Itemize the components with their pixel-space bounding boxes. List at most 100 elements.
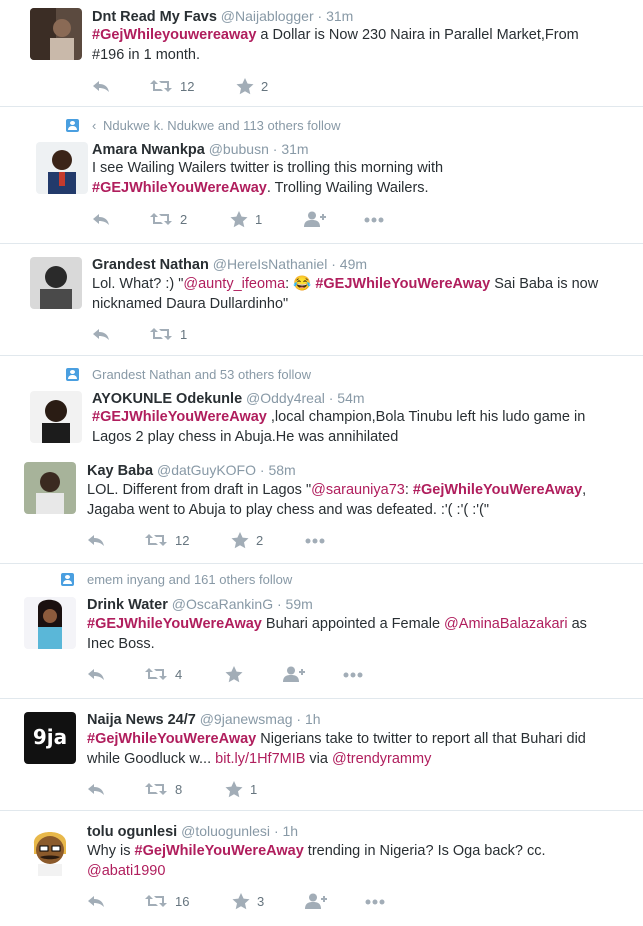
tweet-time[interactable]: · 1h (296, 711, 320, 727)
favorite-icon[interactable] (225, 666, 243, 684)
hashtag-link[interactable]: #GejWhileYouWereAway (135, 843, 304, 859)
more-icon[interactable] (305, 532, 325, 550)
retweet-icon[interactable] (150, 326, 172, 344)
tweet-time[interactable]: · 31m (318, 8, 354, 24)
favorite-icon[interactable] (232, 893, 250, 911)
tweet-text: LOL. Different from draft in Lagos "@sar… (87, 480, 632, 520)
chevron-left-icon: ‹ (92, 118, 97, 133)
author-name[interactable]: Grandest Nathan (92, 257, 209, 273)
tweet-item[interactable]: Grandest Nathan @HereIsNathaniel · 49m L… (0, 244, 643, 356)
tweet-text: I see Wailing Wailers twitter is trollin… (92, 158, 627, 198)
author-name[interactable]: Kay Baba (87, 463, 153, 479)
tweet-item[interactable]: Kay Baba @datGuyKOFO · 58m LOL. Differen… (0, 452, 643, 563)
author-handle[interactable]: @HereIsNathaniel (213, 256, 328, 272)
url-link[interactable]: bit.ly/1Hf7MIB (215, 751, 305, 767)
avatar[interactable]: 9ja (24, 712, 76, 764)
more-icon[interactable] (365, 893, 385, 911)
tweet-text: #GEJWhileYouWereAway ,local champion,Bol… (92, 407, 627, 447)
tweet-item[interactable]: emem inyang and 161 others follow Drink … (0, 564, 643, 698)
tweet-text-segment: as (567, 616, 587, 632)
tweet-time[interactable]: · 59m (277, 596, 313, 612)
tweet-time[interactable]: · 31m (273, 141, 309, 157)
hashtag-link[interactable]: #GEJWhileYouWereAway (315, 276, 490, 292)
reply-icon[interactable] (87, 781, 105, 799)
retweet-icon[interactable] (145, 666, 167, 684)
hashtag-link[interactable]: #GEJWhileYouWereAway (87, 616, 262, 632)
tweet-text-segment: : (404, 482, 413, 498)
author-name[interactable]: Dnt Read My Favs (92, 9, 217, 25)
retweet-icon[interactable] (145, 893, 167, 911)
author-handle[interactable]: @9janewsmag (200, 711, 293, 727)
more-icon[interactable] (343, 666, 363, 684)
tweet-actions: 12 2 (92, 78, 592, 96)
reply-icon[interactable] (87, 666, 105, 684)
author-handle[interactable]: @Naijablogger (221, 8, 314, 24)
mention-link[interactable]: @trendyrammy (332, 751, 431, 767)
retweet-icon[interactable] (145, 532, 167, 550)
tweet-text-segment: via (305, 751, 332, 767)
favorite-icon[interactable] (236, 78, 254, 96)
hashtag-link[interactable]: #GEJWhileYouWereAway (92, 409, 267, 425)
avatar[interactable] (36, 142, 88, 194)
tweet-item[interactable]: ‹ Ndukwe k. Ndukwe and 113 others follow… (0, 107, 643, 244)
mention-link[interactable]: @AminaBalazakari (444, 616, 568, 632)
tweet-item[interactable]: tolu ogunlesi @toluogunlesi · 1h Why is … (0, 811, 643, 926)
favorite-icon[interactable] (231, 532, 249, 550)
favorite-icon[interactable] (225, 781, 243, 799)
avatar[interactable] (24, 824, 76, 876)
more-icon[interactable] (364, 211, 384, 229)
tweet-item[interactable]: 9ja Naija News 24/7 @9janewsmag · 1h #Ge… (0, 699, 643, 811)
author-name[interactable]: Amara Nwankpa (92, 142, 205, 158)
avatar[interactable] (24, 462, 76, 514)
avatar[interactable] (24, 597, 76, 649)
naija-news-logo: 9ja (32, 725, 68, 749)
author-handle[interactable]: @toluogunlesi (181, 823, 270, 839)
follow-icon[interactable] (283, 666, 305, 684)
avatar[interactable] (30, 8, 82, 60)
retweet-count: 2 (180, 212, 188, 227)
tweet-text-line: #GEJWhileYouWereAway ,local champion,Bol… (92, 407, 627, 427)
reply-icon[interactable] (92, 78, 110, 96)
retweet-icon[interactable] (150, 78, 172, 96)
hashtag-link[interactable]: #GejWhileYouWereAway (87, 731, 256, 747)
author-handle[interactable]: @OscaRankinG (172, 596, 273, 612)
tweet-text-line: I see Wailing Wailers twitter is trollin… (92, 158, 627, 178)
author-name[interactable]: tolu ogunlesi (87, 824, 177, 840)
author-handle[interactable]: @bubusn (209, 141, 269, 157)
tweet-text-segment: : 😂 (285, 276, 316, 292)
favorite-count: 2 (256, 533, 264, 548)
tweet-text-line: Lagos 2 play chess in Abuja.He was annih… (92, 427, 627, 447)
tweet-time[interactable]: · 1h (274, 823, 298, 839)
hashtag-link[interactable]: #GEJWhileYouWereAway (92, 180, 267, 196)
author-name[interactable]: Naija News 24/7 (87, 712, 196, 728)
avatar[interactable] (30, 257, 82, 309)
author-handle[interactable]: @datGuyKOFO (157, 462, 256, 478)
favorite-icon[interactable] (230, 211, 248, 229)
tweet-time[interactable]: · 54m (329, 390, 365, 406)
mention-link[interactable]: @sarauniya73 (311, 482, 405, 498)
follow-icon[interactable] (304, 211, 326, 229)
tweet-time[interactable]: · 49m (331, 256, 367, 272)
tweet-header: Naija News 24/7 @9janewsmag · 1h (87, 709, 321, 729)
mention-link[interactable]: @abati1990 (87, 863, 165, 879)
reply-icon[interactable] (87, 893, 105, 911)
tweet-time[interactable]: · 58m (260, 462, 296, 478)
author-name[interactable]: AYOKUNLE Odekunle (92, 391, 242, 407)
hashtag-link[interactable]: #GejWhileYouWereAway (413, 482, 582, 498)
author-handle[interactable]: @Oddy4real (246, 390, 325, 406)
favorite-count: 3 (257, 894, 265, 909)
retweet-icon[interactable] (150, 211, 172, 229)
reply-icon[interactable] (92, 211, 110, 229)
tweet-item[interactable]: Dnt Read My Favs @Naijablogger · 31m #Ge… (0, 0, 643, 106)
retweet-count: 4 (175, 667, 183, 682)
follow-icon[interactable] (305, 893, 327, 911)
avatar[interactable] (30, 391, 82, 443)
reply-icon[interactable] (87, 532, 105, 550)
mention-link[interactable]: @aunty_ifeoma (183, 276, 285, 292)
hashtag-link[interactable]: #GejWhileyouwereaway (92, 27, 256, 43)
tweet-item[interactable]: Grandest Nathan and 53 others follow AYO… (0, 356, 643, 452)
author-name[interactable]: Drink Water (87, 597, 168, 613)
reply-icon[interactable] (92, 326, 110, 344)
tweet-text-line: @abati1990 (87, 861, 632, 881)
retweet-icon[interactable] (145, 781, 167, 799)
